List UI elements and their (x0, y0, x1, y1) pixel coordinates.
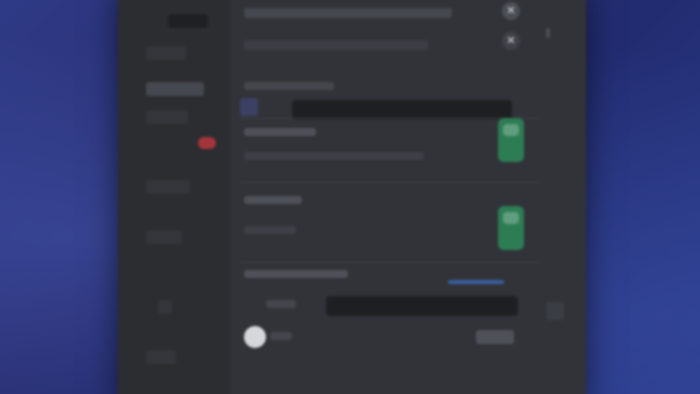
section-input[interactable] (326, 296, 518, 316)
server-icon (240, 98, 258, 116)
more-button[interactable] (546, 302, 564, 320)
section-title (244, 82, 334, 90)
option-title (244, 196, 302, 204)
settings-close-button[interactable]: ✕ (502, 32, 520, 50)
option-description (244, 152, 424, 160)
option-title (244, 128, 316, 136)
link-bar[interactable] (448, 280, 504, 284)
footer-button[interactable] (476, 330, 514, 344)
section-input[interactable] (292, 100, 512, 120)
settings-content: ✕ ✕ (230, 0, 586, 394)
toggle-knob (503, 212, 519, 224)
header-subtitle-bar (244, 40, 428, 50)
divider (240, 182, 540, 183)
divider (240, 118, 540, 119)
avatar-label (270, 332, 292, 340)
sidebar-item[interactable] (158, 300, 172, 314)
section-title (244, 270, 348, 278)
avatar (244, 326, 266, 348)
sidebar-header (168, 14, 208, 28)
settings-window: ✕ ✕ (118, 0, 586, 394)
settings-sidebar (118, 0, 230, 394)
sidebar-item[interactable] (146, 350, 176, 364)
scrollbar-indicator (546, 28, 550, 38)
sidebar-item[interactable] (146, 180, 190, 194)
sidebar-item[interactable] (146, 46, 186, 60)
close-icon: ✕ (506, 4, 516, 17)
option-description (244, 226, 296, 234)
notification-badge (198, 137, 216, 149)
sidebar-item[interactable] (146, 110, 188, 124)
close-icon: ✕ (506, 34, 516, 47)
sidebar-item-active[interactable] (146, 82, 204, 96)
toggle-knob (503, 124, 519, 136)
close-button[interactable]: ✕ (502, 2, 520, 20)
option-toggle[interactable] (498, 118, 524, 162)
divider (240, 262, 540, 263)
header-bar (244, 8, 452, 18)
input-label (266, 300, 296, 308)
option-toggle[interactable] (498, 206, 524, 250)
sidebar-item[interactable] (146, 230, 182, 244)
